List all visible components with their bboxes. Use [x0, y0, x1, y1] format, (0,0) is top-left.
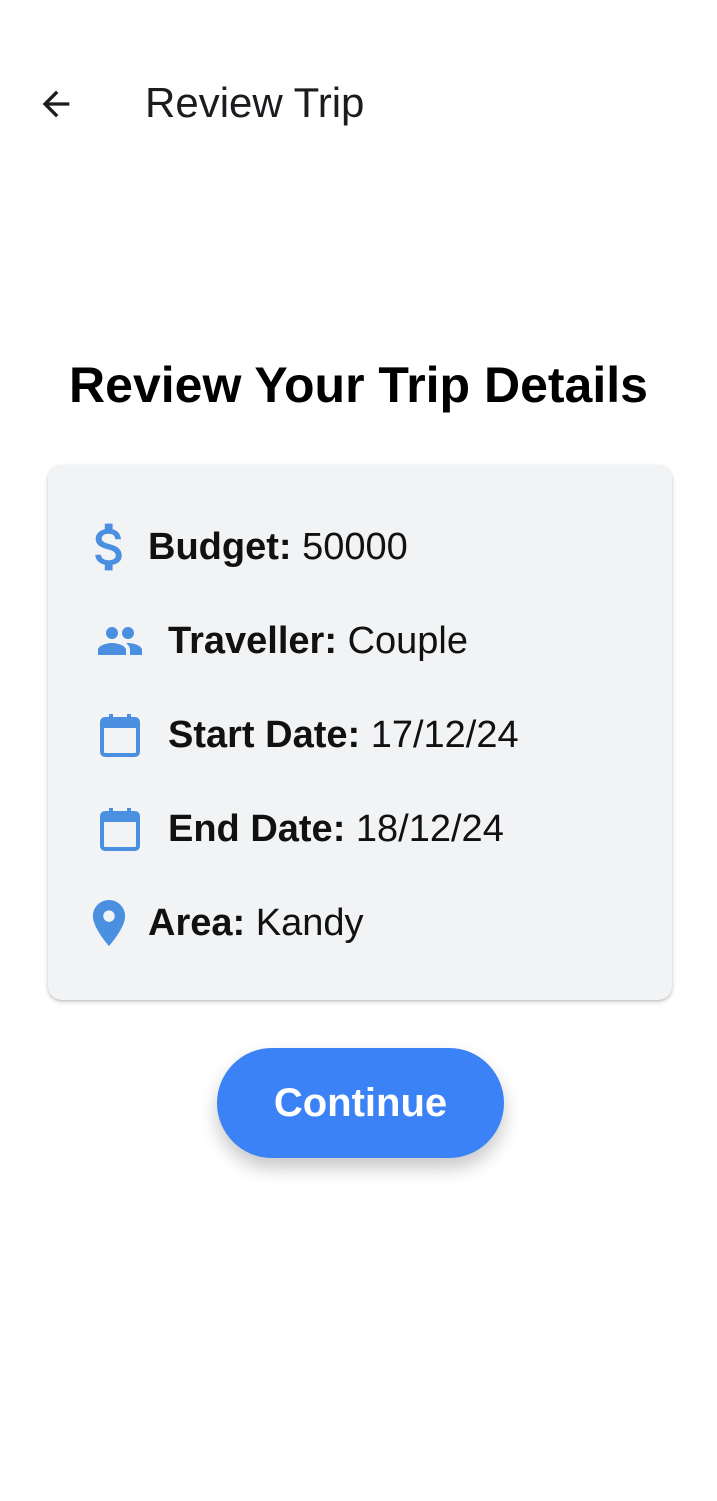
arrow-left-icon [42, 90, 70, 118]
location-pin-icon [92, 900, 126, 946]
continue-button[interactable]: Continue [217, 1048, 504, 1158]
detail-row-traveller: Traveller: Couple [48, 611, 672, 671]
app-bar: Review Trip [0, 0, 717, 205]
end-date-label: End Date: [168, 808, 356, 850]
budget-value: 50000 [302, 526, 408, 568]
traveller-value: Couple [347, 620, 468, 662]
calendar-icon [96, 805, 144, 853]
people-icon [96, 617, 144, 665]
detail-row-start-date: Start Date: 17/12/24 [48, 705, 672, 765]
dollar-icon [94, 521, 126, 573]
area-label: Area: [148, 902, 256, 944]
page-heading: Review Your Trip Details [69, 357, 648, 413]
end-date-value: 18/12/24 [355, 808, 504, 850]
app-bar-title: Review Trip [145, 79, 365, 126]
start-date-value: 17/12/24 [370, 714, 519, 756]
area-value: Kandy [255, 902, 364, 944]
trip-details-card: Budget: 50000 Traveller: Couple Start Da… [48, 465, 672, 1000]
calendar-icon [96, 711, 144, 759]
traveller-label: Traveller: [168, 620, 348, 662]
start-date-label: Start Date: [168, 714, 371, 756]
back-button[interactable] [24, 72, 88, 136]
detail-row-area: Area: Kandy [48, 893, 672, 953]
budget-label: Budget: [148, 526, 303, 568]
detail-row-end-date: End Date: 18/12/24 [48, 799, 672, 859]
detail-row-budget: Budget: 50000 [48, 517, 672, 577]
